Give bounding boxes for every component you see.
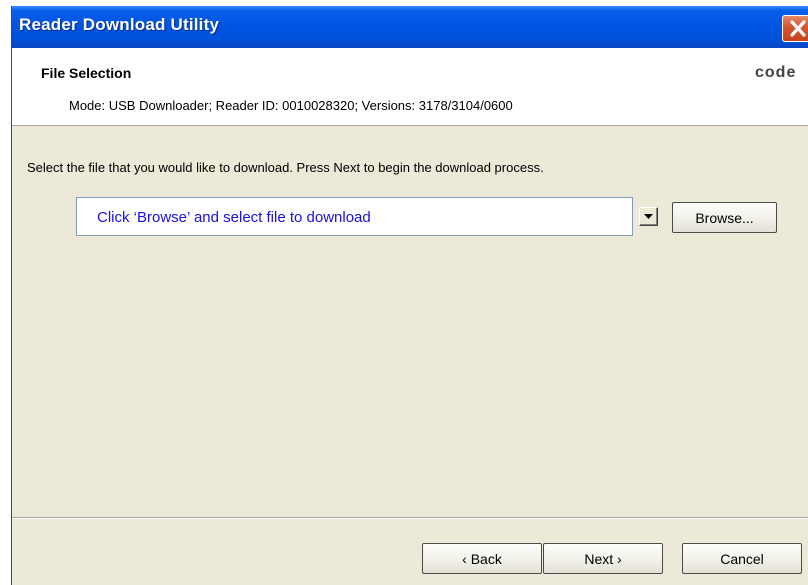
file-select-combo[interactable]: Click ‘Browse’ and select file to downlo…: [76, 197, 633, 236]
browse-button[interactable]: Browse...: [672, 202, 777, 233]
file-select-value: Click ‘Browse’ and select file to downlo…: [97, 209, 371, 226]
next-button[interactable]: Next ›: [543, 543, 663, 574]
window-title: Reader Download Utility: [19, 15, 220, 34]
back-button[interactable]: ‹ Back: [422, 543, 542, 574]
instruction-text: Select the file that you would like to d…: [27, 160, 544, 175]
chevron-down-icon: [644, 214, 653, 219]
wizard-header: File Selection code Mode: USB Downloader…: [12, 48, 808, 126]
cancel-button[interactable]: Cancel: [682, 543, 802, 574]
footer-divider: [12, 517, 808, 519]
title-bar[interactable]: Reader Download Utility: [12, 6, 808, 48]
page-title: File Selection: [41, 65, 132, 81]
file-dropdown-button[interactable]: [639, 207, 658, 226]
close-button[interactable]: [782, 15, 808, 42]
mode-info: Mode: USB Downloader; Reader ID: 0010028…: [69, 98, 513, 113]
dialog-window: Reader Download Utility File Selection c…: [11, 6, 808, 585]
brand-logo: code: [755, 64, 797, 81]
close-icon: [790, 20, 806, 37]
